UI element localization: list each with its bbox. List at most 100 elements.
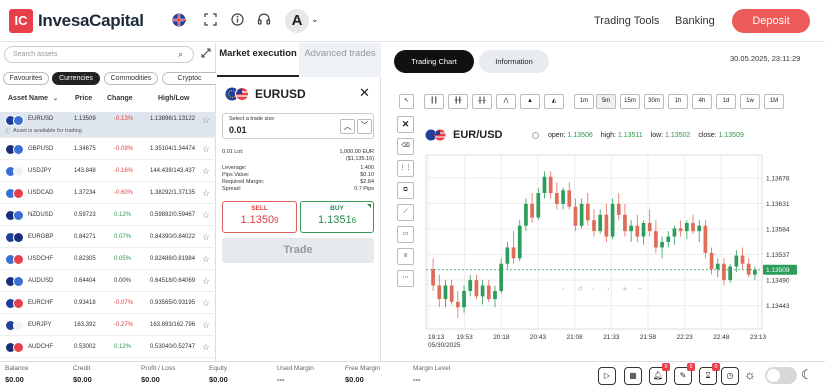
rectangle-tool-icon[interactable]: ▭ [397, 226, 414, 243]
candle-body [616, 203, 621, 215]
favourite-star-icon[interactable]: ☆ [202, 210, 210, 221]
timeframe-button[interactable]: 5m [596, 94, 616, 109]
favourite-star-icon[interactable]: ☆ [202, 276, 210, 287]
asset-row[interactable]: USDCAD 1.37234 -0.60% 1.38292/1.37135 ☆ [0, 182, 216, 204]
col-change[interactable]: Change [107, 95, 133, 102]
increase-size-button[interactable]: ︿ [340, 119, 355, 134]
category-favourites[interactable]: Favourites [3, 72, 49, 85]
asset-row[interactable]: EURCHF 0.93418 -0.07% 0.93565/0.93195 ☆ [0, 292, 216, 314]
chart-nav-control[interactable]: ↺ [577, 285, 583, 293]
history-clock-icon[interactable]: ◷ [721, 367, 739, 385]
favourite-star-icon[interactable]: ☆ [202, 320, 210, 331]
favourite-star-icon[interactable]: ☆ [202, 188, 210, 199]
trade-size-value[interactable]: 0.01 [229, 125, 247, 135]
candlestick-chart[interactable]: 19:13 19:53 20:18 20:43 21:08 21:33 21:58 22:23… [422, 151, 825, 361]
bars-chart-icon[interactable]: ╂╂ [448, 94, 468, 109]
timeframe-button[interactable]: 1M [764, 94, 784, 109]
decrease-size-button[interactable]: ﹀ [357, 119, 372, 134]
hollow-candles-icon[interactable]: ╫╫ [472, 94, 492, 109]
category-crypto[interactable]: Cryptoc [162, 72, 216, 85]
sort-icon[interactable]: ⌄ [53, 95, 58, 102]
tab-market-execution[interactable]: Market execution [217, 43, 299, 77]
sun-icon[interactable]: ☼ [744, 368, 756, 382]
asset-row[interactable]: AUDUSD 0.64404 0.00% 0.64518/0.64069 ☆ [0, 270, 216, 292]
asset-row[interactable]: EURGBP 0.84271 0.07% 0.84390/0.84022 ☆ [0, 226, 216, 248]
support-headset-icon[interactable] [256, 13, 272, 29]
nav-trading-tools[interactable]: Trading Tools [594, 15, 659, 27]
col-high-low[interactable]: High/Low [158, 95, 190, 102]
user-avatar[interactable]: A [285, 9, 309, 33]
uk-flag-language-icon[interactable]: ⌄ [168, 13, 190, 29]
favourite-star-icon[interactable]: ☆ [202, 254, 210, 265]
timeframe-button[interactable]: 4h [692, 94, 712, 109]
asset-row[interactable]: AUDCHF 0.53002 0.12% 0.53040/0.52747 ☆ [0, 336, 216, 358]
cursor-tool-icon[interactable]: ↖ [399, 94, 414, 109]
favourite-star-icon[interactable]: ☆ [202, 166, 210, 177]
theme-toggle[interactable] [765, 367, 797, 384]
chart-nav-control[interactable]: ‹ [562, 285, 565, 293]
category-commodities[interactable]: Commodities [104, 72, 158, 85]
calculator-icon[interactable]: ▦ [624, 367, 642, 385]
x-tick-label: 22:48 [713, 334, 730, 341]
edit-icon[interactable]: ✎ 0 [674, 363, 695, 385]
tab-advanced-trades[interactable]: Advanced trades [299, 43, 381, 77]
asset-row[interactable]: USDJPY 143.848 -0.16% 144.438/143.437 ☆ [0, 160, 216, 182]
chart-nav-control[interactable]: › [607, 285, 610, 293]
line-chart-icon[interactable]: ⋀ [496, 94, 516, 109]
chart-nav-control[interactable]: − [637, 285, 643, 293]
trade-button[interactable]: Trade [222, 238, 374, 263]
asset-row[interactable]: USDCHF 0.82305 0.05% 0.82488/0.81984 ☆ [0, 248, 216, 270]
info-icon[interactable] [229, 13, 245, 29]
area-chart-icon[interactable]: ▲ [520, 94, 540, 109]
close-icon[interactable]: ✕ [359, 85, 370, 101]
buy-label: BUY [330, 205, 344, 212]
nav-banking[interactable]: Banking [675, 15, 715, 27]
col-price[interactable]: Price [75, 95, 92, 102]
chart-nav-control[interactable]: ‹ [592, 285, 595, 293]
trade-size-field[interactable]: Select a trade size 0.01 ︿ ﹀ [222, 113, 374, 139]
more-tools-icon[interactable]: ⋯ [397, 270, 414, 287]
chevron-down-icon[interactable]: ⌄ [311, 14, 319, 25]
mountain-chart-icon[interactable]: ◭ [544, 94, 564, 109]
remove-drawings-icon[interactable]: ✕ [397, 116, 414, 133]
timeframe-button[interactable]: 1w [740, 94, 760, 109]
moon-icon[interactable]: ☾ [801, 367, 813, 383]
asset-row[interactable]: GBPUSD 1.34675 -0.09% 1.35104/1.34474 ☆ [0, 138, 216, 160]
favourite-star-icon[interactable]: ☆ [202, 342, 210, 353]
candle-body [635, 225, 640, 237]
sell-button[interactable]: SELL 1.13509 [222, 201, 297, 233]
clone-icon[interactable]: ⧉ [397, 182, 414, 199]
play-icon[interactable]: ▷ [598, 367, 616, 385]
buy-button[interactable]: BUY 1.13516 [300, 201, 374, 233]
brand-logo[interactable]: InvesaCapital [38, 11, 144, 31]
search-input[interactable]: Search assets [4, 46, 194, 63]
favourite-star-icon[interactable]: ☆ [202, 115, 210, 126]
timeframe-button[interactable]: 1h [668, 94, 688, 109]
favourite-star-icon[interactable]: ☆ [202, 144, 210, 155]
bell-icon[interactable]: 🔔︎ 0 [649, 363, 670, 385]
col-asset-name[interactable]: Asset Name [8, 95, 48, 102]
tab-trading-chart[interactable]: Trading Chart [394, 50, 474, 73]
favourite-star-icon[interactable]: ☆ [202, 232, 210, 243]
candles-chart-icon[interactable]: ┃┃ [424, 94, 444, 109]
asset-row[interactable]: EURJPY 163.392 -0.27% 163.893/162.796 ☆ [0, 314, 216, 336]
tab-information[interactable]: Information [479, 50, 549, 73]
trend-line-icon[interactable]: ⟋ [397, 204, 414, 221]
hourglass-icon[interactable]: ⌛︎ 0 [699, 363, 720, 385]
asset-row[interactable]: EURUSD 1.13509 -0.13% 1.13896/1.13122 ☆ ⓘ Asse… [0, 112, 216, 138]
magnet-icon[interactable]: ⋮⋮ [397, 160, 414, 177]
delete-selected-icon[interactable]: ⌫ [397, 138, 414, 155]
expand-panel-icon[interactable] [201, 48, 211, 60]
timeframe-button[interactable]: 1m [574, 94, 594, 109]
timeframe-button[interactable]: 1d [716, 94, 736, 109]
asset-row[interactable]: NZDUSD 0.59723 0.12% 0.59892/0.59467 ☆ [0, 204, 216, 226]
timeframe-button[interactable]: 15m [620, 94, 640, 109]
favourite-star-icon[interactable]: ☆ [202, 298, 210, 309]
chart-nav-control[interactable]: + [622, 285, 628, 293]
timeframe-button[interactable]: 30m [644, 94, 664, 109]
category-currencies[interactable]: Currencies [52, 72, 100, 85]
fullscreen-icon[interactable] [202, 13, 218, 29]
deposit-button[interactable]: Deposit [732, 9, 810, 33]
horizontal-lines-icon[interactable]: ≡ [397, 248, 414, 265]
current-price-label: 1.13509 [766, 267, 790, 274]
